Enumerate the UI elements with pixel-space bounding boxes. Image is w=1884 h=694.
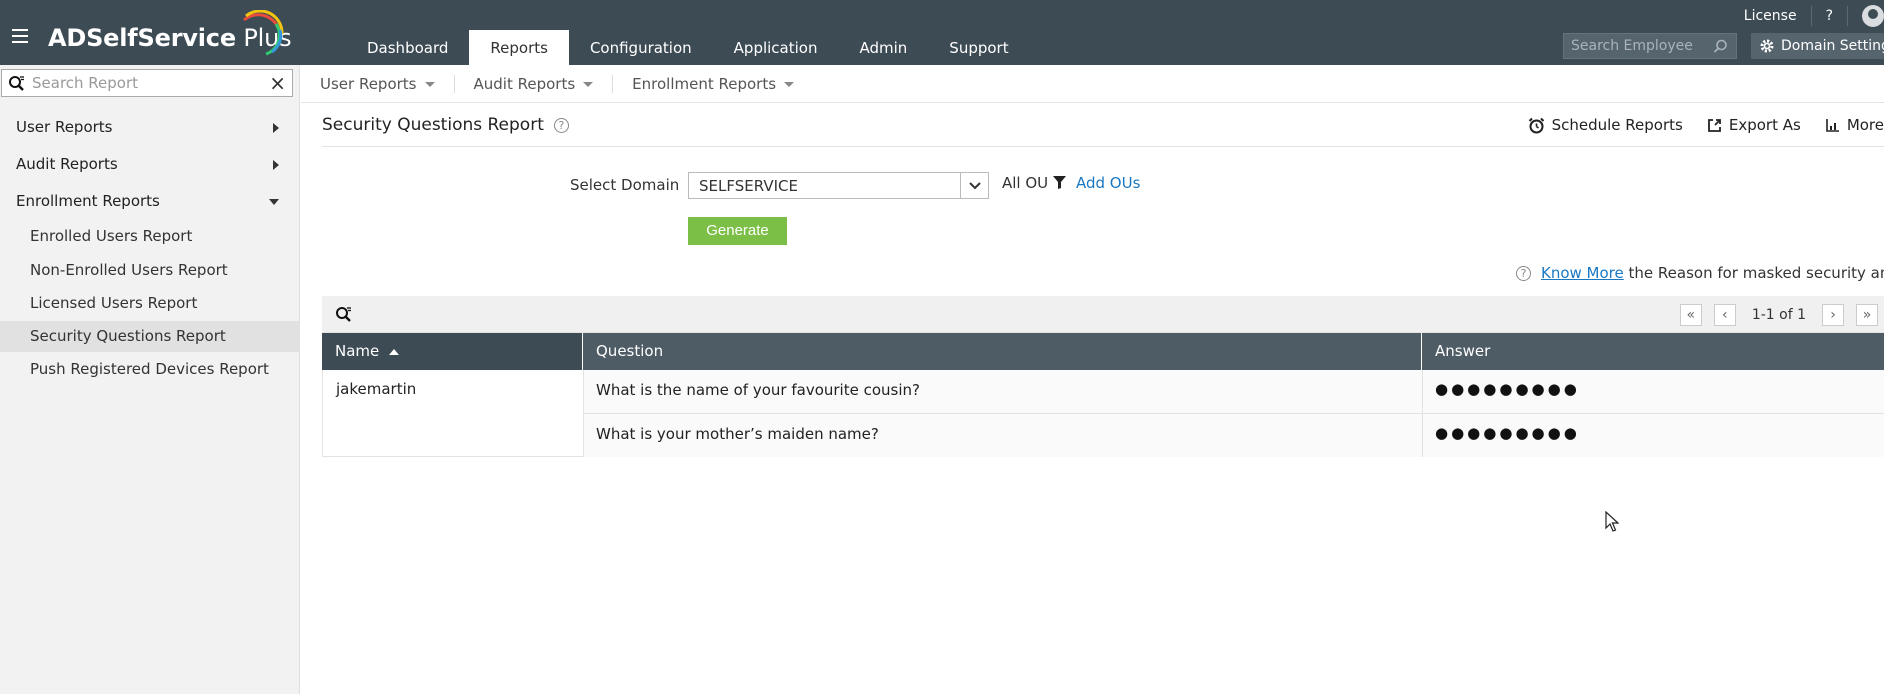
user-avatar-icon[interactable] bbox=[1862, 5, 1884, 27]
sidebar-item-licensed-users[interactable]: Licensed Users Report bbox=[0, 288, 299, 319]
help-icon[interactable]: ? bbox=[553, 117, 569, 133]
chevron-down-icon bbox=[424, 81, 435, 87]
divider bbox=[322, 146, 1884, 147]
pagination: « ‹ 1-1 of 1 › » bbox=[1674, 304, 1884, 326]
question-cell: What is your mother’s maiden name? bbox=[583, 414, 1422, 457]
export-icon bbox=[1707, 118, 1721, 132]
employee-search-input[interactable] bbox=[1564, 34, 1704, 58]
sidebar-item-security-questions[interactable]: Security Questions Report bbox=[0, 321, 299, 352]
note-text: the Reason for masked security answers bbox=[1628, 264, 1884, 282]
generate-button[interactable]: Generate bbox=[688, 217, 787, 245]
export-as-label: Export As bbox=[1728, 116, 1801, 134]
column-header-question[interactable]: Question bbox=[582, 333, 1421, 370]
column-header-label: Name bbox=[335, 342, 380, 360]
add-ous-link[interactable]: Add OUs bbox=[1076, 174, 1140, 192]
report-search: × bbox=[1, 69, 293, 97]
filter-icon[interactable] bbox=[1053, 176, 1066, 189]
more-button[interactable]: More bbox=[1825, 116, 1884, 134]
app-root: ADSelfService Plus Dashboard Reports Con… bbox=[0, 0, 1884, 694]
top-right-links: License ? bbox=[1730, 5, 1884, 27]
sidebar: × User Reports Audit Reports Enrollment … bbox=[0, 65, 300, 694]
tab-reports[interactable]: Reports bbox=[469, 30, 569, 65]
tab-admin[interactable]: Admin bbox=[838, 30, 928, 65]
last-page-button[interactable]: » bbox=[1856, 304, 1878, 326]
sidebar-item-non-enrolled-users[interactable]: Non-Enrolled Users Report bbox=[0, 255, 299, 286]
table-toolbar: « ‹ 1-1 of 1 › » bbox=[322, 296, 1884, 333]
table-header: Name Question Answer bbox=[322, 333, 1884, 370]
select-domain-label: Select Domain bbox=[570, 176, 680, 194]
brand-name: ADSelfService bbox=[48, 24, 236, 52]
sidebar-group-user-reports[interactable]: User Reports bbox=[0, 110, 299, 144]
report-category-nav: User Reports Audit Reports Enrollment Re… bbox=[301, 65, 1884, 103]
main-nav: Dashboard Reports Configuration Applicat… bbox=[346, 30, 1030, 65]
tab-application[interactable]: Application bbox=[713, 30, 839, 65]
sidebar-group-label: User Reports bbox=[16, 118, 113, 136]
subnav-enrollment-reports[interactable]: Enrollment Reports bbox=[613, 75, 813, 93]
report-search-input[interactable] bbox=[32, 72, 262, 94]
user-name-cell: jakemartin bbox=[336, 380, 417, 398]
table-row: jakemartin What is the name of your favo… bbox=[322, 370, 1884, 457]
alarm-clock-icon bbox=[1528, 117, 1544, 133]
tab-support[interactable]: Support bbox=[928, 30, 1029, 65]
schedule-reports-button[interactable]: Schedule Reports bbox=[1528, 116, 1683, 134]
sidebar-group-audit-reports[interactable]: Audit Reports bbox=[0, 147, 299, 181]
domain-dropdown-button[interactable] bbox=[960, 173, 988, 198]
export-as-button[interactable]: Export As bbox=[1707, 116, 1801, 134]
column-header-name[interactable]: Name bbox=[322, 333, 582, 370]
chevron-down-icon bbox=[784, 81, 795, 87]
schedule-reports-label: Schedule Reports bbox=[1551, 116, 1683, 134]
top-bar: ADSelfService Plus Dashboard Reports Con… bbox=[0, 0, 1884, 65]
page-title-text: Security Questions Report bbox=[322, 115, 544, 135]
table-search-icon[interactable] bbox=[335, 306, 353, 324]
subnav-user-reports[interactable]: User Reports bbox=[301, 74, 455, 93]
more-label: More bbox=[1846, 116, 1884, 134]
clear-icon[interactable]: × bbox=[269, 71, 286, 95]
domain-settings-button[interactable]: Domain Settings bbox=[1751, 33, 1884, 59]
help-link[interactable]: ? bbox=[1812, 6, 1848, 26]
question-cell: What is the name of your favourite cousi… bbox=[583, 370, 1422, 413]
sidebar-item-push-registered-devices[interactable]: Push Registered Devices Report bbox=[0, 354, 299, 385]
masked-answers-note: ? Know More the Reason for masked securit… bbox=[1516, 264, 1884, 282]
caret-right-icon bbox=[273, 123, 279, 133]
sidebar-item-enrolled-users[interactable]: Enrolled Users Report bbox=[0, 221, 299, 252]
know-more-link[interactable]: Know More bbox=[1541, 264, 1624, 282]
subnav-label: Enrollment Reports bbox=[632, 74, 777, 93]
domain-select-value: SELFSERVICE bbox=[699, 177, 798, 195]
sidebar-group-label: Audit Reports bbox=[16, 155, 118, 173]
subnav-audit-reports[interactable]: Audit Reports bbox=[455, 74, 614, 93]
chevron-down-icon bbox=[583, 81, 594, 87]
tab-dashboard[interactable]: Dashboard bbox=[346, 30, 469, 65]
menu-icon[interactable] bbox=[12, 29, 28, 43]
page-range-text: 1-1 of 1 bbox=[1751, 307, 1806, 323]
next-page-button[interactable]: › bbox=[1822, 304, 1844, 326]
all-ou-label: All OU bbox=[1002, 174, 1049, 192]
caret-down-icon bbox=[269, 199, 279, 205]
chevron-down-icon bbox=[969, 182, 981, 190]
report-actions: Schedule Reports Export As More bbox=[1528, 116, 1884, 134]
domain-select[interactable]: SELFSERVICE bbox=[688, 172, 989, 199]
subnav-label: Audit Reports bbox=[473, 74, 576, 93]
search-icon[interactable] bbox=[1713, 39, 1728, 54]
domain-settings-label: Domain Settings bbox=[1781, 38, 1884, 54]
answer-cell: ●●●●●●●●● bbox=[1422, 370, 1884, 413]
question-icon: ? bbox=[1516, 266, 1531, 281]
answer-cell: ●●●●●●●●● bbox=[1422, 414, 1884, 457]
sidebar-group-label: Enrollment Reports bbox=[16, 192, 160, 210]
sidebar-group-enrollment-reports[interactable]: Enrollment Reports bbox=[0, 184, 299, 218]
first-page-button[interactable]: « bbox=[1679, 304, 1702, 326]
prev-page-button[interactable]: ‹ bbox=[1713, 304, 1736, 326]
mouse-pointer-icon bbox=[1605, 511, 1619, 532]
bar-chart-icon bbox=[1826, 118, 1839, 132]
logo-arc-icon bbox=[243, 10, 284, 56]
gear-icon bbox=[1760, 39, 1774, 53]
page-title: Security Questions Report? bbox=[322, 115, 569, 135]
license-link[interactable]: License bbox=[1730, 6, 1812, 26]
tab-configuration[interactable]: Configuration bbox=[569, 30, 713, 65]
sort-ascending-icon bbox=[389, 348, 400, 355]
column-header-answer[interactable]: Answer bbox=[1421, 333, 1884, 370]
caret-right-icon bbox=[273, 160, 279, 170]
subnav-label: User Reports bbox=[320, 74, 417, 93]
employee-search bbox=[1563, 33, 1737, 59]
search-filter-icon bbox=[9, 76, 24, 91]
